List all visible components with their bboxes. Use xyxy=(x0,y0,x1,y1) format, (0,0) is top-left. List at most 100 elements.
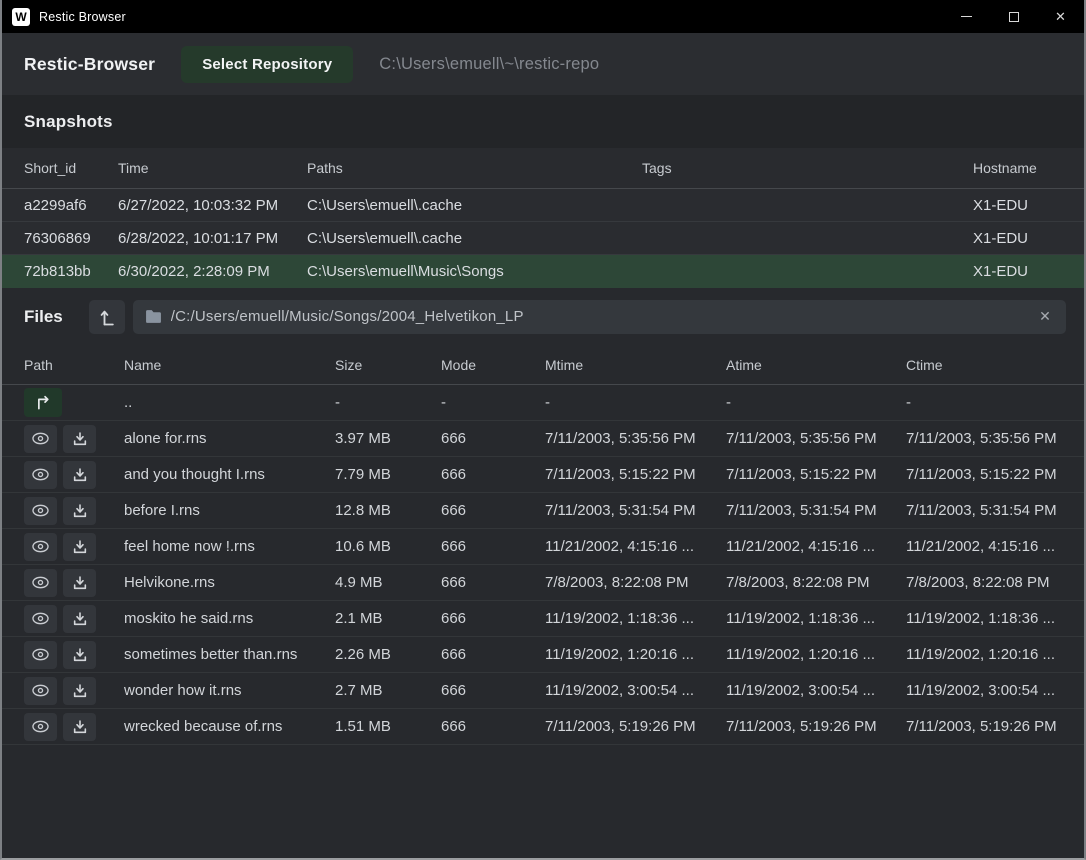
minimize-button[interactable] xyxy=(943,0,990,33)
preview-file-button[interactable] xyxy=(24,569,57,597)
download-file-button[interactable] xyxy=(63,461,96,489)
file-row[interactable]: alone for.rns 3.97 MB 666 7/11/2003, 5:3… xyxy=(2,421,1084,457)
file-size: 7.79 MB xyxy=(335,466,441,483)
current-path-input[interactable]: /C:/Users/emuell/Music/Songs/2004_Helvet… xyxy=(133,300,1066,334)
file-mode: 666 xyxy=(441,682,545,699)
file-row[interactable]: wrecked because of.rns 1.51 MB 666 7/11/… xyxy=(2,709,1084,745)
download-icon xyxy=(72,431,88,447)
file-mtime: 7/11/2003, 5:15:22 PM xyxy=(545,466,726,483)
app-window: W Restic Browser ✕ Restic-Browser Select… xyxy=(0,0,1086,860)
go-up-button[interactable] xyxy=(89,300,125,334)
parent-directory-row[interactable]: .. - - - - - xyxy=(2,385,1084,421)
column-size: Size xyxy=(335,357,441,373)
select-repository-button[interactable]: Select Repository xyxy=(181,46,353,83)
snapshots-title: Snapshots xyxy=(24,112,113,132)
file-mtime: - xyxy=(545,394,726,411)
eye-icon xyxy=(31,683,50,698)
snapshot-short-id: 76306869 xyxy=(24,230,118,247)
snapshot-time: 6/28/2022, 10:01:17 PM xyxy=(118,230,307,247)
snapshot-row[interactable]: 76306869 6/28/2022, 10:01:17 PM C:\Users… xyxy=(2,222,1084,255)
preview-file-button[interactable] xyxy=(24,497,57,525)
file-mode: 666 xyxy=(441,574,545,591)
download-file-button[interactable] xyxy=(63,425,96,453)
file-atime: 7/11/2003, 5:19:26 PM xyxy=(726,718,906,735)
file-row[interactable]: sometimes better than.rns 2.26 MB 666 11… xyxy=(2,637,1084,673)
download-icon xyxy=(72,467,88,483)
file-name: .. xyxy=(124,394,335,411)
file-ctime: 11/21/2002, 4:15:16 ... xyxy=(906,538,1062,555)
eye-icon xyxy=(31,611,50,626)
file-name: wrecked because of.rns xyxy=(124,718,335,735)
file-name: before I.rns xyxy=(124,502,335,519)
file-ctime: 7/11/2003, 5:15:22 PM xyxy=(906,466,1062,483)
repo-path-input[interactable]: C:\Users\emuell\~\restic-repo xyxy=(379,55,599,74)
titlebar: W Restic Browser ✕ xyxy=(2,0,1084,33)
snapshot-hostname: X1-EDU xyxy=(973,263,1060,280)
file-row[interactable]: Helvikone.rns 4.9 MB 666 7/8/2003, 8:22:… xyxy=(2,565,1084,601)
eye-icon xyxy=(31,539,50,554)
eye-icon xyxy=(31,575,50,590)
files-table-header: Path Name Size Mode Mtime Atime Ctime xyxy=(2,345,1084,385)
snapshot-row[interactable]: a2299af6 6/27/2022, 10:03:32 PM C:\Users… xyxy=(2,189,1084,222)
download-file-button[interactable] xyxy=(63,713,96,741)
snapshot-hostname: X1-EDU xyxy=(973,230,1060,247)
column-hostname: Hostname xyxy=(973,160,1060,176)
snapshot-row[interactable]: 72b813bb 6/30/2022, 2:28:09 PM C:\Users\… xyxy=(2,255,1084,288)
file-mode: - xyxy=(441,394,545,411)
close-button[interactable]: ✕ xyxy=(1037,0,1084,33)
clear-path-button[interactable]: ✕ xyxy=(1032,300,1058,334)
go-parent-button[interactable] xyxy=(24,388,62,417)
files-table-body: alone for.rns 3.97 MB 666 7/11/2003, 5:3… xyxy=(2,421,1084,745)
file-mtime: 7/11/2003, 5:35:56 PM xyxy=(545,430,726,447)
file-mode: 666 xyxy=(441,718,545,735)
file-row[interactable]: wonder how it.rns 2.7 MB 666 11/19/2002,… xyxy=(2,673,1084,709)
file-size: 4.9 MB xyxy=(335,574,441,591)
snapshot-time: 6/27/2022, 10:03:32 PM xyxy=(118,197,307,214)
file-mtime: 11/19/2002, 1:18:36 ... xyxy=(545,610,726,627)
file-mode: 666 xyxy=(441,430,545,447)
file-atime: 11/21/2002, 4:15:16 ... xyxy=(726,538,906,555)
file-atime: 7/11/2003, 5:35:56 PM xyxy=(726,430,906,447)
file-ctime: 7/11/2003, 5:31:54 PM xyxy=(906,502,1062,519)
file-size: 2.1 MB xyxy=(335,610,441,627)
preview-file-button[interactable] xyxy=(24,425,57,453)
file-row[interactable]: before I.rns 12.8 MB 666 7/11/2003, 5:31… xyxy=(2,493,1084,529)
download-file-button[interactable] xyxy=(63,641,96,669)
file-mode: 666 xyxy=(441,466,545,483)
file-row[interactable]: and you thought I.rns 7.79 MB 666 7/11/2… xyxy=(2,457,1084,493)
file-atime: 7/11/2003, 5:15:22 PM xyxy=(726,466,906,483)
preview-file-button[interactable] xyxy=(24,605,57,633)
download-file-button[interactable] xyxy=(63,569,96,597)
file-ctime: 11/19/2002, 1:18:36 ... xyxy=(906,610,1062,627)
download-icon xyxy=(72,539,88,555)
window-title: Restic Browser xyxy=(39,10,126,24)
column-path: Path xyxy=(24,357,124,373)
file-mtime: 11/19/2002, 1:20:16 ... xyxy=(545,646,726,663)
download-icon xyxy=(72,503,88,519)
file-name: wonder how it.rns xyxy=(124,682,335,699)
current-path-value: /C:/Users/emuell/Music/Songs/2004_Helvet… xyxy=(171,308,524,325)
file-size: 12.8 MB xyxy=(335,502,441,519)
download-icon xyxy=(72,575,88,591)
download-file-button[interactable] xyxy=(63,605,96,633)
preview-file-button[interactable] xyxy=(24,533,57,561)
file-ctime: 11/19/2002, 1:20:16 ... xyxy=(906,646,1062,663)
eye-icon xyxy=(31,431,50,446)
preview-file-button[interactable] xyxy=(24,461,57,489)
download-file-button[interactable] xyxy=(63,497,96,525)
column-short-id: Short_id xyxy=(24,160,118,176)
maximize-button[interactable] xyxy=(990,0,1037,33)
column-tags: Tags xyxy=(642,160,973,176)
file-row[interactable]: feel home now !.rns 10.6 MB 666 11/21/20… xyxy=(2,529,1084,565)
file-ctime: 7/11/2003, 5:19:26 PM xyxy=(906,718,1062,735)
preview-file-button[interactable] xyxy=(24,677,57,705)
preview-file-button[interactable] xyxy=(24,713,57,741)
download-icon xyxy=(72,719,88,735)
preview-file-button[interactable] xyxy=(24,641,57,669)
app-header: Restic-Browser Select Repository C:\User… xyxy=(2,33,1084,95)
download-file-button[interactable] xyxy=(63,677,96,705)
file-mode: 666 xyxy=(441,610,545,627)
file-row[interactable]: moskito he said.rns 2.1 MB 666 11/19/200… xyxy=(2,601,1084,637)
download-file-button[interactable] xyxy=(63,533,96,561)
snapshot-paths: C:\Users\emuell\.cache xyxy=(307,197,642,214)
